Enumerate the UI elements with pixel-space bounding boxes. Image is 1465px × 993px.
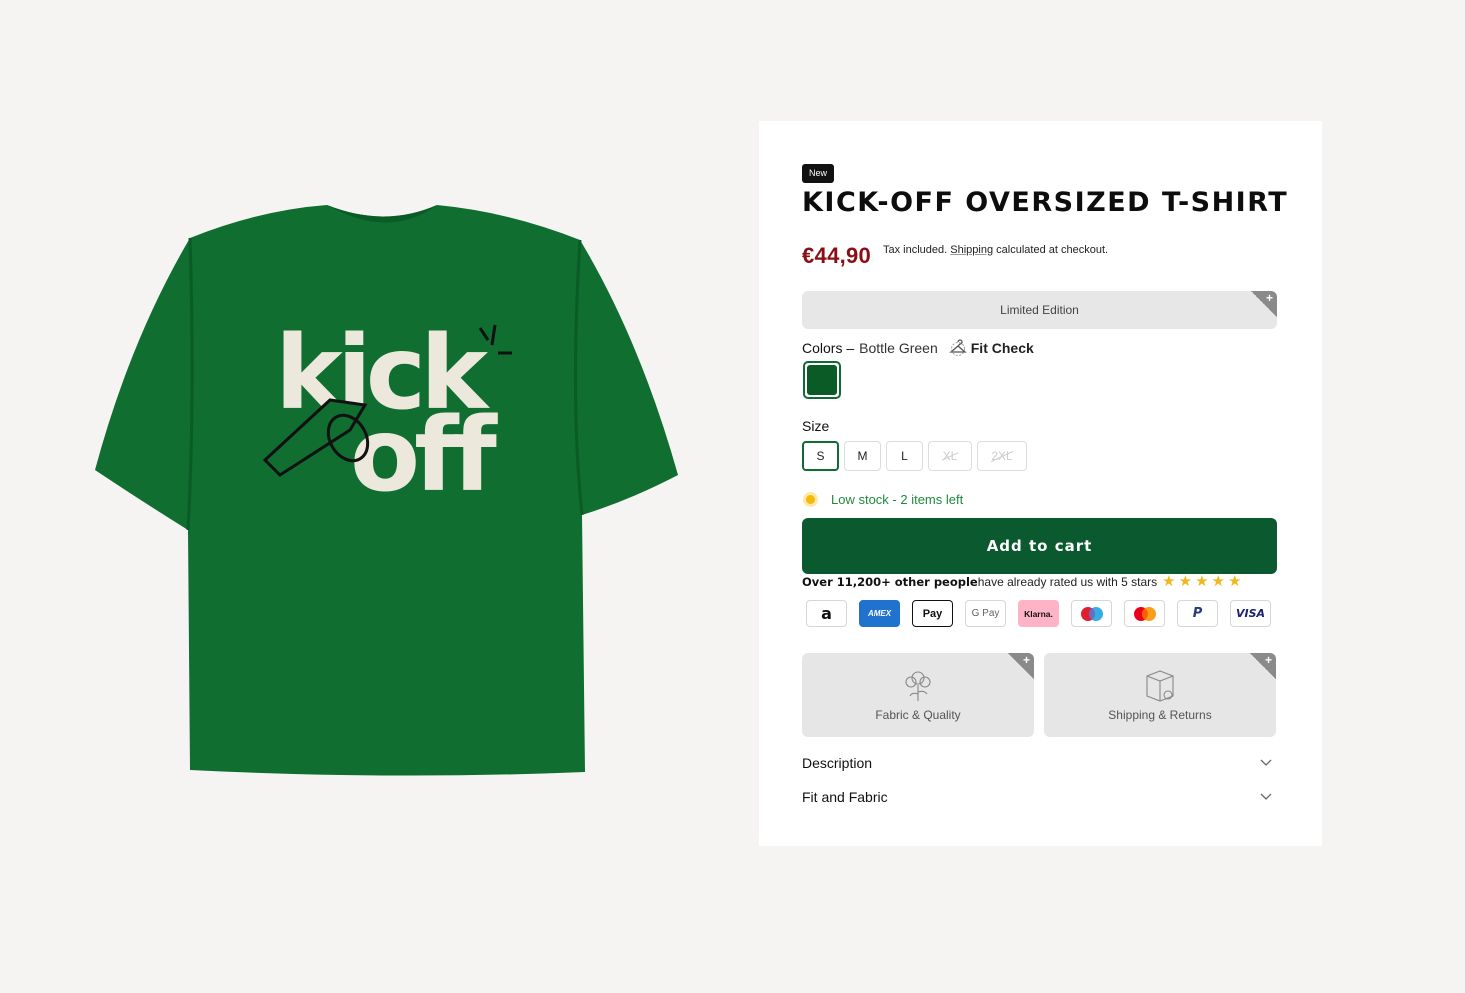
limited-edition-banner[interactable]: Limited Edition + [802, 291, 1277, 329]
maestro-icon [1071, 600, 1112, 627]
shipping-returns-label: Shipping & Returns [1108, 708, 1212, 722]
paypal-icon: P [1177, 600, 1218, 627]
colors-value: Bottle Green [859, 340, 938, 356]
tshirt-illustration: kick off [95, 205, 678, 776]
visa-icon: VISA [1230, 600, 1271, 627]
mastercard-icon [1124, 600, 1165, 627]
add-to-cart-button[interactable]: Add to cart [802, 518, 1277, 574]
chevron-down-icon [1260, 759, 1272, 766]
new-badge: New [802, 164, 835, 183]
rating-bold: Over 11,200+ other people [802, 574, 978, 589]
apple-pay-icon: Pay [912, 600, 953, 627]
plus-icon: + [1008, 653, 1034, 679]
google-pay-label: G Pay [971, 608, 1000, 619]
fit-check-button[interactable]: Fit Check [948, 339, 1034, 357]
star-icon: ★ [1195, 573, 1209, 590]
star-icon: ★ [1178, 573, 1193, 590]
google-pay-icon: G Pay [965, 600, 1006, 627]
apple-pay-label: Pay [922, 607, 943, 620]
fabric-quality-box[interactable]: + Fabric & Quality [802, 653, 1034, 737]
amazon-pay-icon: a [806, 600, 847, 627]
size-option-l[interactable]: L [886, 441, 923, 471]
cotton-flower-icon [905, 671, 931, 701]
accordion-fit-fabric-label: Fit and Fabric [802, 789, 888, 805]
tax-note-suffix: calculated at checkout. [993, 244, 1109, 256]
shipping-link[interactable]: Shipping [950, 244, 993, 256]
rating-stars: ★ ★ ★ ★ ★ [1162, 574, 1241, 589]
product-title: KICK-OFF OVERSIZED T-SHIRT [802, 187, 1289, 218]
colors-label: Colors – [802, 340, 855, 356]
fit-check-label: Fit Check [970, 340, 1034, 356]
klarna-icon: Klarna. [1018, 600, 1059, 627]
size-option-xl[interactable]: XL [928, 441, 972, 471]
size-options: S M L XL 2XL [802, 441, 1027, 471]
colors-row: Colors – Bottle Green Fit Check [802, 339, 1034, 357]
size-option-2xl[interactable]: 2XL [977, 441, 1027, 471]
star-icon: ★ [1211, 573, 1225, 590]
plus-icon: + [1251, 291, 1277, 317]
hanger-icon [948, 339, 967, 356]
visa-label: VISA [1235, 607, 1266, 620]
chevron-down-icon [1260, 793, 1272, 800]
plus-icon: + [1250, 653, 1276, 679]
size-option-s[interactable]: S [802, 441, 839, 471]
size-label: Size [802, 418, 830, 434]
swatch-fill [807, 365, 837, 395]
paypal-label: P [1192, 606, 1203, 621]
product-price: €44,90 [802, 243, 872, 268]
product-image: kick off [90, 200, 680, 780]
graphic-text-off: off [350, 396, 498, 515]
fabric-quality-label: Fabric & Quality [875, 708, 961, 722]
stock-status: Low stock - 2 items left [806, 492, 963, 507]
accordion-fit-fabric[interactable]: Fit and Fabric [802, 789, 1272, 805]
mastercard-logo [1133, 606, 1156, 621]
maestro-logo [1080, 606, 1103, 621]
amex-label: AMEX [867, 609, 892, 618]
amazon-pay-label: a [821, 604, 832, 623]
rating-row: Over 11,200+ other people have already r… [802, 574, 1241, 589]
package-icon [1146, 670, 1174, 702]
star-icon: ★ [1227, 573, 1242, 590]
klarna-label: Klarna. [1024, 608, 1053, 619]
color-swatch-bottle-green[interactable] [803, 361, 841, 399]
info-boxes: + Fabric & Quality + Shipping & Returns [802, 653, 1276, 737]
limited-edition-label: Limited Edition [1000, 303, 1079, 317]
stock-text: Low stock - 2 items left [831, 492, 964, 507]
accordion-description[interactable]: Description [802, 755, 1272, 771]
accordion-description-label: Description [802, 755, 873, 771]
size-option-m[interactable]: M [844, 441, 881, 471]
tax-note-prefix: Tax included. [883, 244, 951, 256]
stock-dot-icon [806, 495, 815, 504]
star-icon: ★ [1162, 573, 1176, 590]
tax-note: Tax included. Shipping calculated at che… [883, 244, 1108, 256]
shipping-returns-box[interactable]: + Shipping & Returns [1044, 653, 1276, 737]
payment-methods: a AMEX Pay G Pay Klarna. P VISA [806, 600, 1271, 627]
rating-text: have already rated us with 5 stars [977, 574, 1158, 589]
amex-icon: AMEX [859, 600, 900, 627]
product-card: New KICK-OFF OVERSIZED T-SHIRT €44,90 Ta… [759, 121, 1322, 846]
